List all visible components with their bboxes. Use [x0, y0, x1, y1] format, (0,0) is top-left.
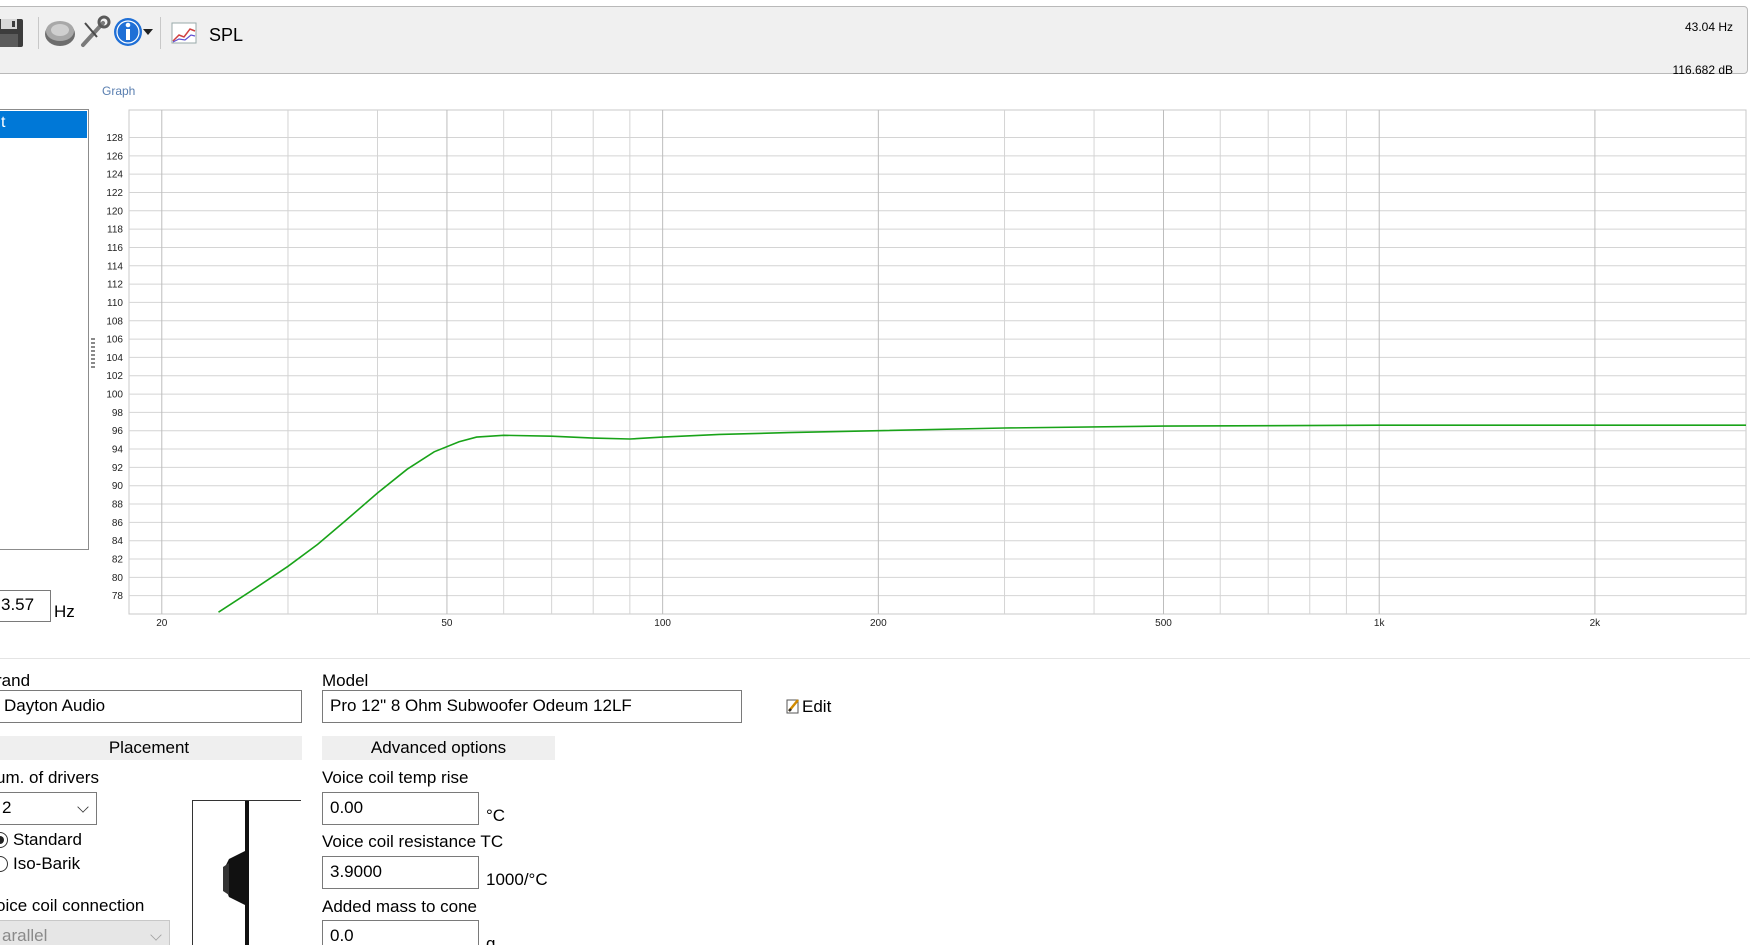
- y-tick-label: 114: [107, 261, 123, 272]
- vc-temp-rise-unit: °C: [486, 806, 506, 825]
- toolbar: SPL 43.04 Hz 116.682 dB: [0, 6, 1748, 77]
- y-tick-label: 118: [107, 225, 123, 236]
- project-list[interactable]: t: [0, 109, 89, 550]
- brand-label: rand: [0, 671, 31, 690]
- x-tick-label: 200: [870, 618, 887, 629]
- x-tick-label: 100: [654, 618, 671, 629]
- model-field[interactable]: Pro 12" 8 Ohm Subwoofer Odeum 12LF: [322, 690, 742, 723]
- enclosure-driver-icon: [223, 801, 249, 945]
- y-tick-label: 110: [107, 298, 123, 309]
- pencil-icon: [786, 699, 799, 714]
- toolbar-separator: [38, 17, 39, 49]
- num-drivers-value: 2: [2, 798, 12, 817]
- x-tick-label: 500: [1155, 618, 1172, 629]
- y-tick-label: 78: [112, 591, 124, 602]
- advanced-options-header[interactable]: Advanced options: [322, 736, 555, 760]
- voice-coil-connection-value: arallel: [2, 926, 48, 945]
- y-tick-label: 80: [112, 573, 124, 584]
- y-tick-label: 82: [112, 555, 124, 566]
- vc-temp-rise-input[interactable]: 0.00: [322, 792, 479, 825]
- standard-label: Standard: [13, 830, 82, 849]
- voice-coil-connection-select[interactable]: arallel: [0, 920, 170, 945]
- cursor-frequency-readout: 43.04 Hz: [1684, 20, 1733, 34]
- y-tick-label: 126: [106, 151, 123, 162]
- y-tick-label: 124: [106, 170, 123, 181]
- placement-header: Placement: [0, 736, 302, 760]
- num-drivers-select[interactable]: 2: [0, 792, 97, 825]
- num-drivers-label: um. of drivers: [0, 768, 99, 787]
- y-tick-label: 88: [112, 500, 124, 511]
- x-tick-label: 2k: [1590, 618, 1602, 629]
- spl-response-line: [218, 424, 1746, 613]
- panel-splitter-handle[interactable]: [91, 338, 95, 368]
- isobarik-label: Iso-Barik: [13, 854, 81, 873]
- y-tick-label: 108: [106, 316, 123, 327]
- y-tick-label: 96: [112, 426, 124, 437]
- y-tick-label: 120: [106, 206, 123, 217]
- dropdown-arrow-icon[interactable]: [141, 15, 155, 49]
- x-tick-label: 20: [156, 618, 168, 629]
- y-tick-label: 104: [106, 353, 123, 364]
- added-mass-label: Added mass to cone: [322, 897, 477, 916]
- vc-resistance-tc-input[interactable]: 3.9000: [322, 856, 479, 889]
- chevron-down-icon: [77, 801, 89, 813]
- tools-icon[interactable]: [77, 15, 111, 49]
- y-tick-label: 128: [106, 133, 123, 144]
- vc-resistance-tc-label: Voice coil resistance TC: [322, 832, 504, 851]
- y-tick-label: 122: [106, 188, 123, 199]
- x-tick-label: 50: [441, 618, 453, 629]
- x-tick-label: 1k: [1374, 618, 1386, 629]
- vc-temp-rise-label: Voice coil temp rise: [322, 768, 469, 787]
- cursor-spl-readout: 116.682 dB: [1672, 63, 1734, 77]
- voice-coil-connection-label: oice coil connection: [0, 896, 145, 915]
- spl-button-label[interactable]: SPL: [209, 25, 243, 46]
- y-tick-label: 84: [112, 536, 124, 547]
- plot-area: [128, 109, 1747, 615]
- brand-field[interactable]: Dayton Audio: [0, 690, 302, 723]
- graph-caption: Graph: [102, 84, 136, 98]
- y-tick-label: 116: [107, 243, 123, 254]
- spl-graph-icon[interactable]: [169, 15, 199, 49]
- save-icon[interactable]: [0, 15, 27, 49]
- added-mass-unit: g: [486, 934, 496, 945]
- y-tick-label: 86: [112, 518, 124, 529]
- standard-radio[interactable]: [0, 832, 8, 848]
- info-icon[interactable]: [111, 15, 145, 49]
- y-tick-label: 102: [106, 371, 123, 382]
- y-tick-label: 100: [106, 390, 123, 401]
- edit-button-label: Edit: [802, 697, 832, 716]
- model-label: Model: [322, 671, 369, 690]
- y-tick-label: 106: [106, 335, 123, 346]
- frequency-unit-label: Hz: [54, 602, 75, 621]
- toolbar-separator: [160, 17, 161, 49]
- list-item-selected[interactable]: t: [0, 111, 87, 138]
- edit-driver-button[interactable]: Edit: [786, 697, 831, 717]
- y-tick-label: 112: [107, 280, 123, 291]
- vc-resistance-tc-unit: 1000/°C: [486, 870, 548, 889]
- y-tick-label: 92: [112, 463, 124, 474]
- y-tick-label: 94: [112, 445, 124, 456]
- isobarik-radio[interactable]: [0, 856, 8, 872]
- y-tick-label: 90: [112, 481, 124, 492]
- form-divider: [0, 658, 1750, 659]
- added-mass-input[interactable]: 0.0: [322, 920, 479, 945]
- driver-icon[interactable]: [43, 15, 77, 49]
- y-tick-label: 98: [112, 408, 124, 419]
- chevron-down-icon: [150, 929, 162, 941]
- placement-preview: [192, 800, 301, 945]
- frequency-input[interactable]: 3.57: [0, 590, 51, 622]
